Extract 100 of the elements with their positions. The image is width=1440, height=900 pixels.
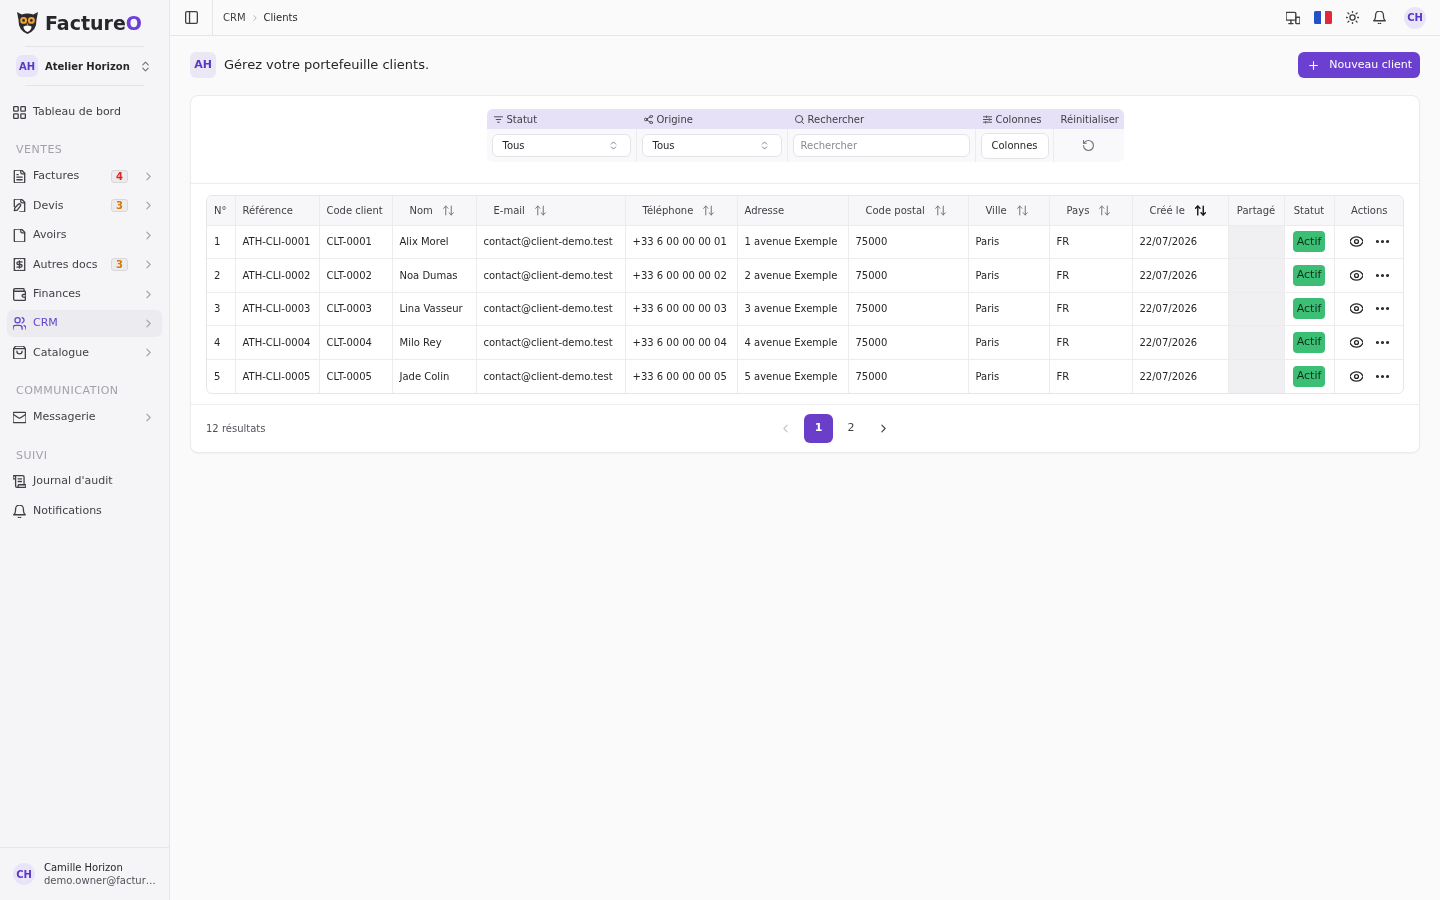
- nav-item[interactable]: Notifications: [7, 497, 162, 525]
- table-cell: ATH-CLI-0001: [235, 225, 319, 259]
- user-avatar: CH: [13, 863, 35, 885]
- nav-item[interactable]: Messagerie: [7, 404, 162, 431]
- sort-header-button[interactable]: Téléphone: [633, 199, 724, 222]
- user-name: Camille Horizon: [44, 861, 124, 874]
- eye-icon[interactable]: [1349, 369, 1363, 383]
- filter-label: Colonnes: [995, 112, 1042, 127]
- bell-icon: [13, 504, 26, 518]
- eye-icon[interactable]: [1349, 268, 1363, 282]
- status-badge: Actif: [1292, 365, 1326, 387]
- table-cell: 22/07/2026: [1132, 292, 1228, 326]
- column-header: N°: [214, 204, 227, 216]
- sort-header-button[interactable]: E-mail: [484, 199, 555, 222]
- workspace-avatar: AH: [16, 55, 38, 77]
- nav-item[interactable]: CRM: [7, 310, 162, 337]
- owl-icon: [17, 12, 38, 34]
- status-badge: Actif: [1292, 231, 1326, 253]
- dollar-receipt-icon: [13, 258, 26, 272]
- table-cell: 4 avenue Exemple: [737, 325, 848, 359]
- table-cell: contact@client-demo.test: [476, 325, 625, 359]
- nav-item[interactable]: Finances: [7, 280, 162, 308]
- breadcrumb-link[interactable]: CRM: [223, 10, 246, 25]
- page-button[interactable]: 2: [836, 413, 866, 443]
- sun-icon[interactable]: [1346, 11, 1359, 24]
- new-client-button[interactable]: Nouveau client: [1298, 52, 1420, 78]
- table-cell: 4: [207, 325, 235, 359]
- sort-header-button[interactable]: Code postal: [856, 199, 955, 222]
- filter-label: Rechercher: [807, 112, 865, 127]
- sidebar-toggle-icon[interactable]: [184, 11, 198, 24]
- sort-header-button[interactable]: Nom: [400, 199, 463, 222]
- table-cell: Paris: [968, 325, 1049, 359]
- table-cell: ATH-CLI-0005: [235, 359, 319, 393]
- count-badge: 4: [111, 170, 128, 184]
- status-badge: Actif: [1292, 298, 1326, 320]
- nav-item[interactable]: Devis 3: [7, 192, 162, 220]
- nav-item[interactable]: Avoirs: [7, 222, 162, 249]
- chevrons-up-down-icon[interactable]: [140, 60, 151, 72]
- table-cell: CLT-0004: [319, 325, 392, 359]
- nav-item[interactable]: Autres docs 3: [7, 251, 162, 278]
- sort-header-button[interactable]: Créé le: [1140, 199, 1215, 222]
- page-button[interactable]: 1: [803, 413, 833, 443]
- users-icon: [13, 317, 26, 331]
- table-cell: CLT-0002: [319, 258, 392, 292]
- devices-icon[interactable]: [1286, 10, 1300, 25]
- table-cell: Paris: [968, 225, 1049, 259]
- results-count: 12 résultats: [206, 421, 266, 436]
- eye-icon[interactable]: [1349, 335, 1363, 349]
- nav-item[interactable]: Factures 4: [7, 163, 162, 190]
- breadcrumb-current: Clients: [263, 11, 298, 25]
- nav-item[interactable]: Catalogue: [7, 339, 162, 367]
- eye-icon[interactable]: [1349, 235, 1363, 249]
- breadcrumb-chevron-icon: [250, 13, 259, 22]
- select-field[interactable]: Tous: [641, 134, 782, 157]
- sliders-icon: [982, 114, 992, 124]
- search-field[interactable]: Rechercher: [792, 134, 970, 157]
- table-cell: FR: [1049, 325, 1132, 359]
- reset-icon: [1083, 140, 1094, 151]
- status-badge: Actif: [1292, 264, 1326, 286]
- sort-header-button[interactable]: Pays: [1057, 199, 1120, 222]
- table-cell: contact@client-demo.test: [476, 258, 625, 292]
- table-cell: 75000: [848, 325, 968, 359]
- count-badge: 3: [111, 199, 128, 213]
- table-cell: 75000: [848, 292, 968, 326]
- nav-item[interactable]: Tableau de bord: [7, 99, 162, 126]
- filter-label: Origine: [656, 112, 693, 127]
- plus-icon: [1308, 59, 1320, 71]
- section-heading: VENTES: [15, 143, 64, 158]
- table-cell: Noa Dumas: [392, 258, 476, 292]
- table-cell: 5: [207, 359, 235, 393]
- sort-header-button[interactable]: Ville: [976, 199, 1037, 222]
- table-cell: FR: [1049, 225, 1132, 259]
- column-header: Actions: [1351, 204, 1388, 216]
- user-avatar[interactable]: CH: [1404, 6, 1426, 29]
- table-cell: contact@client-demo.test: [476, 359, 625, 393]
- grid-icon: [13, 105, 26, 119]
- table-cell: CLT-0001: [319, 225, 392, 259]
- wallet-icon: [13, 287, 26, 301]
- bell-icon[interactable]: [1373, 11, 1386, 24]
- table-cell: 75000: [848, 225, 968, 259]
- table-cell: +33 6 00 00 00 03: [625, 292, 737, 326]
- select-field[interactable]: Tous: [491, 134, 631, 157]
- table-cell: 1: [207, 225, 235, 259]
- count-badge: 3: [111, 258, 128, 272]
- document-icon: [13, 170, 26, 184]
- status-badge: Actif: [1292, 331, 1326, 353]
- workspace-name: Atelier Horizon: [45, 59, 130, 74]
- table-cell: +33 6 00 00 00 05: [625, 359, 737, 393]
- flag-icon[interactable]: [1314, 11, 1332, 24]
- columns-button[interactable]: Colonnes: [980, 132, 1049, 159]
- eye-icon[interactable]: [1349, 302, 1363, 316]
- filter-label: Statut: [506, 112, 538, 127]
- table-cell: Paris: [968, 359, 1049, 393]
- table-cell: 3 avenue Exemple: [737, 292, 848, 326]
- table-cell: ATH-CLI-0002: [235, 258, 319, 292]
- page-subtitle: Gérez votre portefeuille clients.: [224, 56, 430, 75]
- chevrons-up-down-icon: [759, 141, 769, 150]
- table-cell: FR: [1049, 292, 1132, 326]
- nav-item[interactable]: Journal d'audit: [7, 468, 162, 495]
- table-cell: contact@client-demo.test: [476, 292, 625, 326]
